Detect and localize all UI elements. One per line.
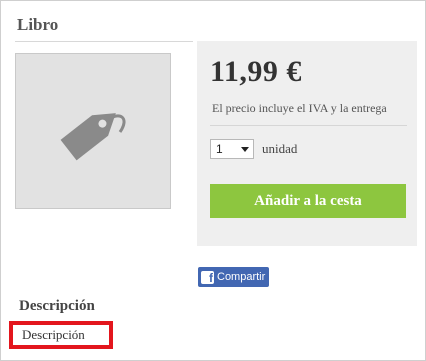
description-text: Descripción: [22, 327, 85, 342]
panel-divider: [210, 125, 407, 126]
facebook-icon: f: [201, 270, 214, 284]
price-note: El precio incluye el IVA y la entrega: [212, 101, 387, 115]
title-divider: [15, 41, 193, 42]
quantity-value: 1: [216, 142, 223, 156]
share-label: Compartir: [217, 271, 266, 283]
product-title: Libro: [17, 15, 59, 34]
quantity-unit-label: unidad: [262, 141, 298, 156]
price-tag-icon: [60, 113, 126, 161]
purchase-panel: 11,99 € El precio incluye el IVA y la en…: [197, 41, 417, 246]
description-highlight-box[interactable]: Descripción: [9, 321, 113, 349]
description-heading: Descripción: [19, 298, 95, 314]
facebook-share-button[interactable]: f Compartir: [198, 267, 270, 287]
chevron-down-icon: [241, 146, 249, 152]
add-to-cart-button[interactable]: Añadir a la cesta: [210, 184, 406, 218]
product-image-placeholder: [15, 53, 171, 209]
product-card: Libro 11,99 € El precio incluye el IVA y…: [0, 0, 426, 361]
product-price: 11,99 €: [210, 55, 302, 88]
quantity-row: 1 unidad: [210, 139, 297, 159]
quantity-select[interactable]: 1: [210, 139, 254, 159]
